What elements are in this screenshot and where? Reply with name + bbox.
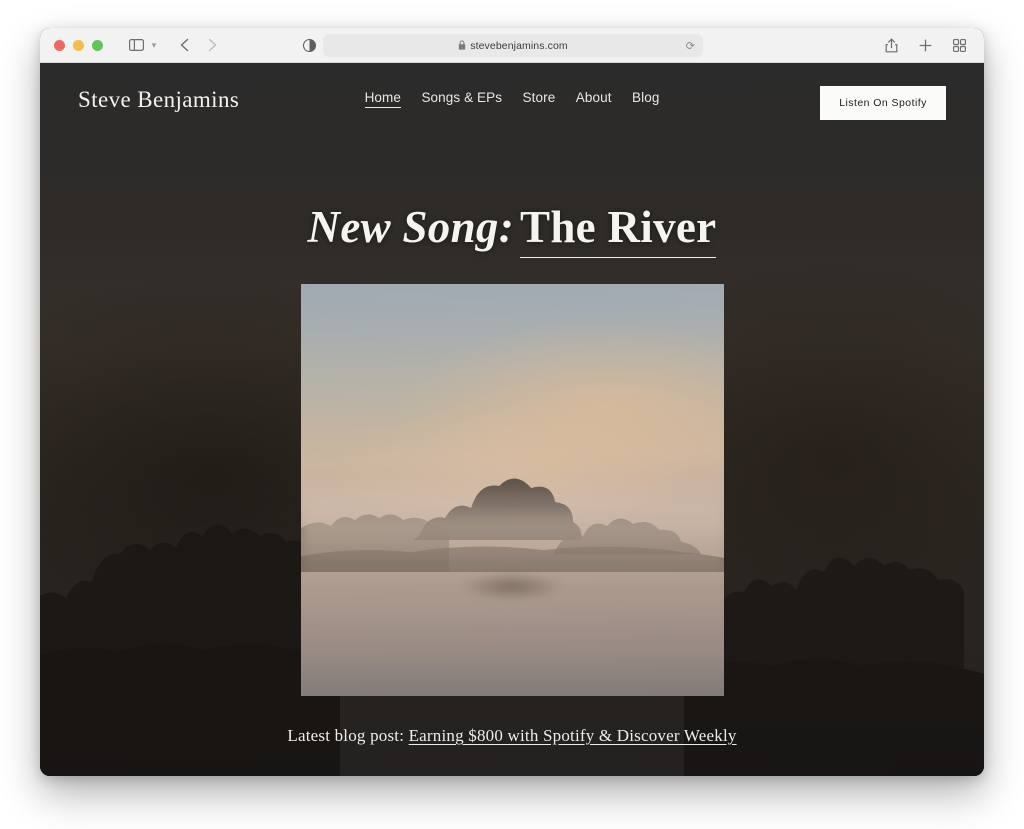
latest-blog-post: Latest blog post: Earning $800 with Spot… <box>40 726 984 746</box>
toolbar-right-icons <box>880 34 970 56</box>
maximize-window-button[interactable] <box>92 39 103 51</box>
hero-section: New Song: The River Latest blog post: Ea… <box>40 202 984 746</box>
latest-blog-post-link[interactable]: Earning $800 with Spotify & Discover Wee… <box>409 726 737 745</box>
new-tab-icon[interactable] <box>914 34 936 56</box>
back-button[interactable] <box>173 34 195 56</box>
browser-toolbar: ▾ stevebenjamins.com ⟳ <box>40 28 984 63</box>
share-icon[interactable] <box>880 34 902 56</box>
minimize-window-button[interactable] <box>73 39 84 51</box>
lock-icon <box>458 40 466 52</box>
reload-icon[interactable]: ⟳ <box>686 39 695 52</box>
nav-item-store[interactable]: Store <box>523 90 556 107</box>
sidebar-icon[interactable] <box>125 34 147 56</box>
nav-item-home[interactable]: Home <box>364 90 401 108</box>
forward-button <box>201 34 223 56</box>
close-window-button[interactable] <box>54 39 65 51</box>
reader-mode-icon[interactable] <box>298 34 320 56</box>
hero-image[interactable] <box>300 284 724 696</box>
hero-heading-title[interactable]: The River <box>520 202 717 258</box>
nav-item-blog[interactable]: Blog <box>632 90 659 107</box>
page-viewport: Steve Benjamins Home Songs & EPs Store A… <box>40 63 984 776</box>
nav-item-about[interactable]: About <box>576 90 612 107</box>
hero-water <box>300 506 724 696</box>
hero-heading-prefix: New Song: <box>307 202 515 252</box>
latest-blog-post-prefix: Latest blog post: <box>287 726 405 745</box>
tab-overview-icon[interactable] <box>948 34 970 56</box>
url-text: stevebenjamins.com <box>470 39 568 52</box>
listen-on-spotify-button[interactable]: Listen On Spotify <box>820 86 946 120</box>
nav-item-songs-and-eps[interactable]: Songs & EPs <box>421 90 502 107</box>
address-bar[interactable]: stevebenjamins.com ⟳ <box>323 34 703 57</box>
window-traffic-lights <box>54 39 103 51</box>
browser-window: ▾ stevebenjamins.com ⟳ Steve Benjamins H… <box>40 28 984 776</box>
chevron-down-icon[interactable]: ▾ <box>147 34 161 56</box>
site-header: Steve Benjamins Home Songs & EPs Store A… <box>40 63 984 151</box>
page-title: New Song: The River <box>40 202 984 258</box>
hero-reflection <box>461 572 563 602</box>
